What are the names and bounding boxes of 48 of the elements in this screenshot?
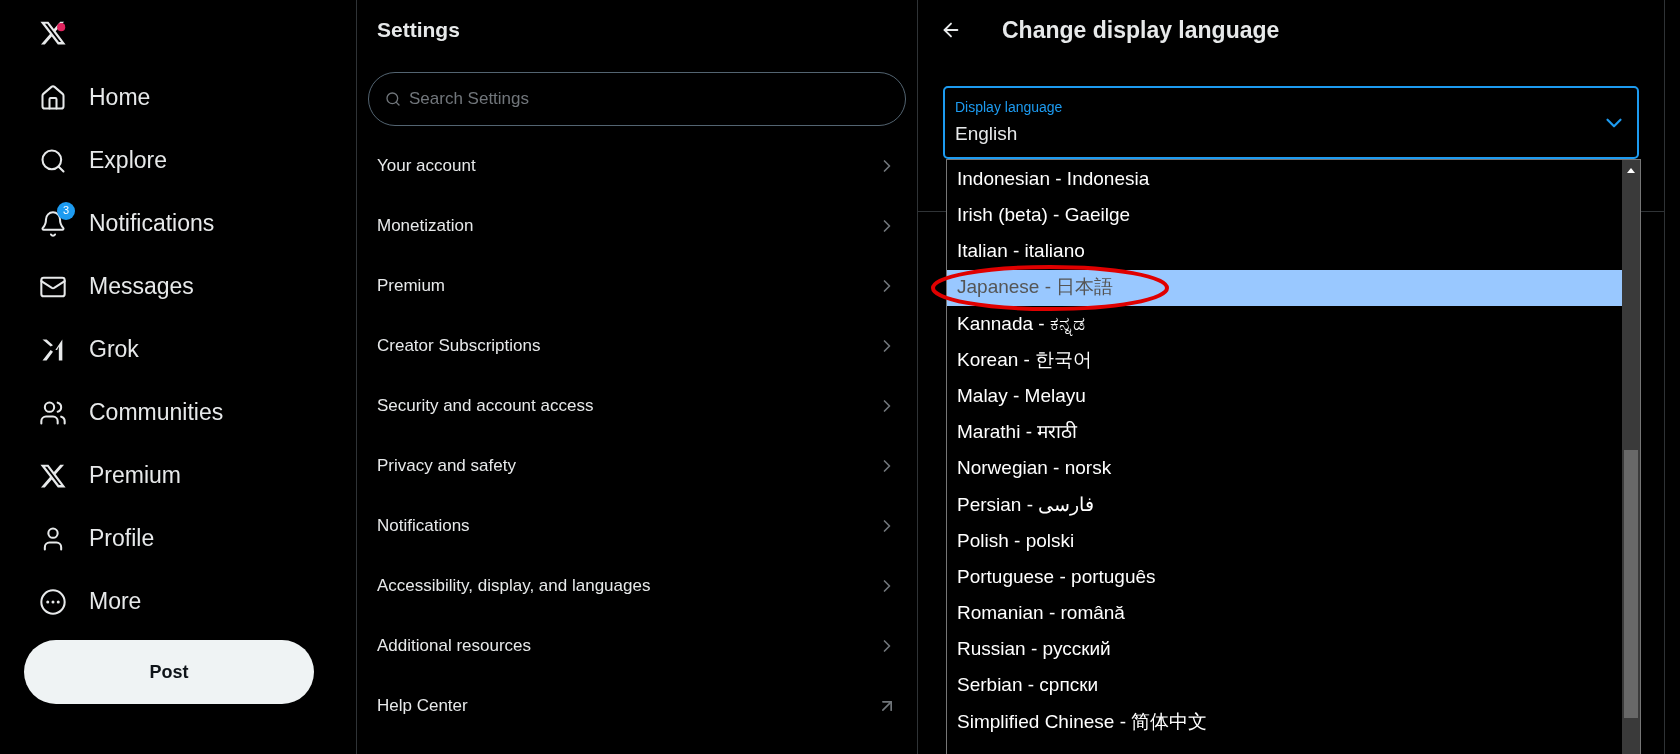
nav-item[interactable]: 3 Notifications — [24, 192, 312, 255]
settings-item[interactable]: Your account — [357, 136, 917, 196]
settings-title: Settings — [376, 17, 461, 44]
people-icon — [39, 398, 67, 427]
language-option[interactable]: Romanian - română — [947, 595, 1622, 632]
settings-item[interactable]: Accessibility, display, and languages — [357, 556, 917, 616]
language-option[interactable]: Persian - فارسی — [947, 486, 1622, 523]
scroll-up-icon[interactable] — [1626, 166, 1636, 174]
language-option[interactable]: Norwegian - norsk — [947, 450, 1622, 487]
x-logo[interactable] — [39, 19, 67, 47]
nav-item[interactable]: Premium — [24, 444, 312, 507]
more-icon — [39, 587, 67, 616]
language-option[interactable]: Polish - polski — [947, 522, 1622, 560]
nav-item[interactable]: Home — [24, 66, 312, 129]
settings-item[interactable]: Help Center — [357, 676, 917, 736]
nav-item[interactable]: More — [24, 570, 312, 633]
search-icon — [385, 91, 401, 107]
scrollbar-thumb[interactable] — [1624, 450, 1638, 718]
nav-item[interactable]: Grok — [24, 318, 312, 381]
settings-item[interactable]: Monetization — [357, 196, 917, 256]
notification-badge: 3 — [57, 201, 75, 220]
language-option[interactable]: Indonesian - Indonesia — [947, 161, 1622, 198]
language-option[interactable]: Portuguese - português — [947, 559, 1622, 596]
settings-item[interactable]: Notifications — [357, 496, 917, 556]
nav-item[interactable]: Messages — [24, 255, 312, 318]
language-option[interactable]: Malay - Melayu — [947, 378, 1622, 415]
post-button[interactable]: Post — [24, 640, 314, 704]
nav-item[interactable]: Communities — [24, 381, 312, 444]
language-option[interactable]: Korean - 한국어 — [947, 341, 1622, 379]
settings-item[interactable]: Security and account access — [357, 376, 917, 436]
nav-item[interactable]: Profile — [24, 507, 312, 570]
language-select[interactable]: Display language English — [943, 86, 1639, 159]
settings-item[interactable]: Privacy and safety — [357, 436, 917, 496]
language-option[interactable]: Simplified Chinese - 简体中文 — [947, 703, 1622, 740]
language-option[interactable]: Marathi - मराठी — [947, 414, 1622, 451]
nav-item[interactable]: Explore — [24, 129, 312, 192]
page-title: Change display language — [1002, 15, 1280, 45]
language-option[interactable]: Japanese - 日本語 — [947, 269, 1622, 306]
settings-item[interactable]: Creator Subscriptions — [357, 316, 917, 376]
settings-item[interactable]: Premium — [357, 256, 917, 316]
search-field[interactable]: Search Settings — [368, 72, 906, 126]
home-icon — [39, 83, 67, 112]
language-option[interactable]: Italian - italiano — [947, 233, 1622, 270]
language-option[interactable]: Irish (beta) - Gaeilge — [947, 197, 1622, 234]
language-option[interactable]: Russian - русский — [947, 631, 1622, 668]
settings-item[interactable]: Additional resources — [357, 616, 917, 676]
language-option[interactable]: Serbian - српски — [947, 667, 1622, 704]
language-option[interactable]: Kannada - ಕನ್ನಡ — [947, 305, 1622, 342]
